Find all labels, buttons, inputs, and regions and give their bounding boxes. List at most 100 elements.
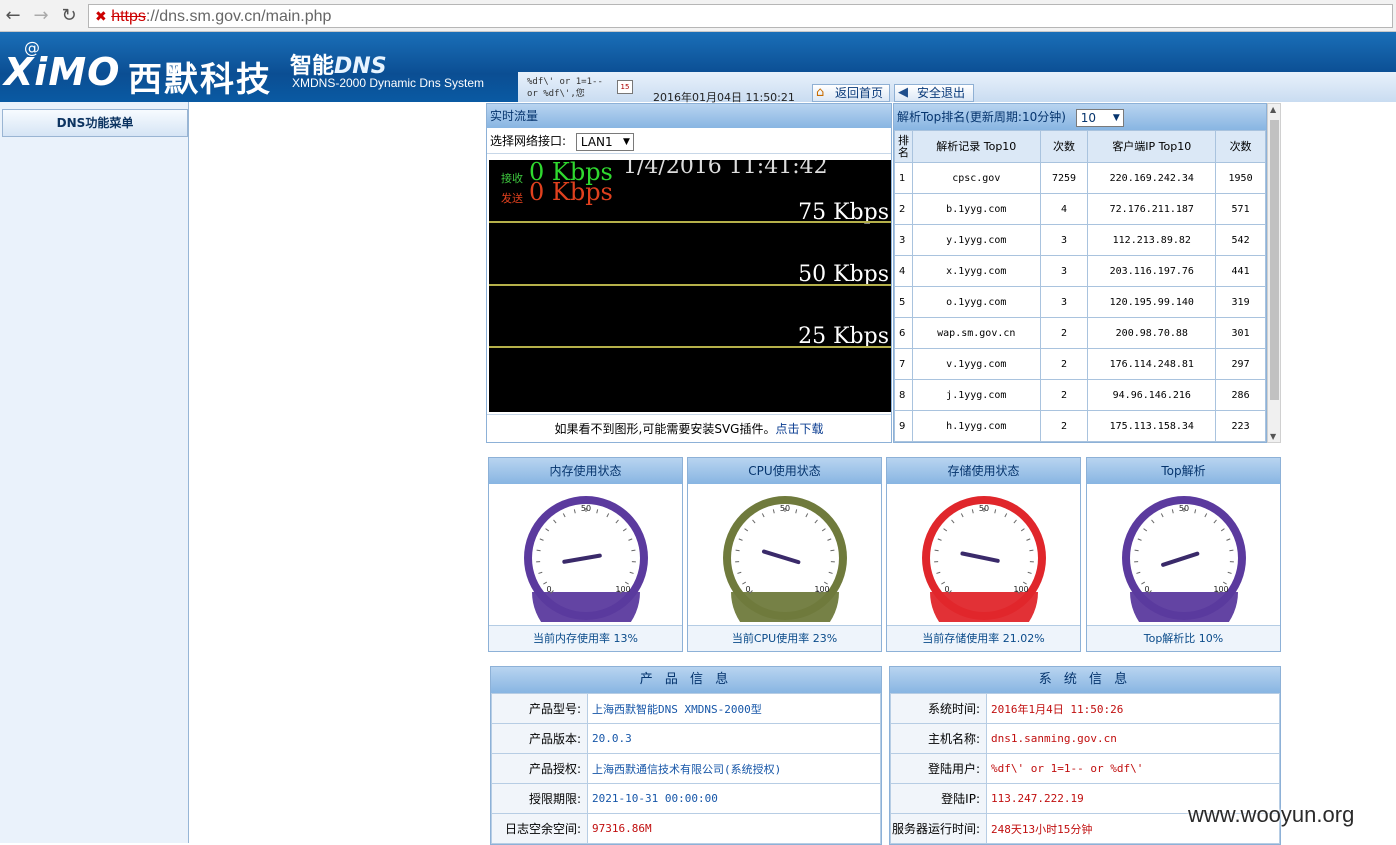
cell-ip: 112.213.89.82 (1088, 225, 1216, 256)
gauge-title: CPU使用状态 (688, 458, 881, 484)
gauge-min-label: 0 (546, 585, 551, 594)
info-value: 上海西默智能DNS XMDNS-2000型 (588, 694, 881, 724)
insecure-lock-icon: ✖ (95, 8, 107, 24)
home-button-label: 返回首页 (835, 86, 883, 100)
info-value: 97316.86M (588, 814, 881, 844)
logo-ximo: XiMO (4, 50, 120, 94)
logout-button[interactable]: ◀ 安全退出 (894, 84, 974, 102)
cell-rank: 4 (895, 256, 913, 287)
info-value: 20.0.3 (588, 724, 881, 754)
home-button[interactable]: ⌂ 返回首页 (812, 84, 890, 102)
cell-ip: 175.113.158.34 (1088, 411, 1216, 442)
info-key: 授限期限: (492, 784, 588, 814)
top10-scrollbar[interactable]: ▲ ▼ (1267, 103, 1281, 443)
top10-select-value: 10 (1081, 111, 1096, 125)
logout-arrow-icon: ◀ (898, 85, 908, 101)
info-key: 登陆用户: (891, 754, 987, 784)
gauge-panel: CPU使用状态500100当前CPU使用率 23% (687, 457, 882, 652)
gauge-max-label: 100 (1013, 585, 1028, 594)
url-scheme: https (111, 8, 146, 25)
gauge-min-label: 0 (745, 585, 750, 594)
table-row: 2b.1yyg.com472.176.211.187571 (895, 194, 1266, 225)
gauge-panel: Top解析500100Top解析比 10% (1086, 457, 1281, 652)
info-key: 系统时间: (891, 694, 987, 724)
cell-rank: 5 (895, 287, 913, 318)
interface-select[interactable]: LAN1 ▼ (576, 133, 634, 151)
home-icon: ⌂ (816, 85, 824, 101)
col-ipcount: 次数 (1216, 131, 1266, 163)
address-bar[interactable]: ✖ https://dns.sm.gov.cn/main.php (88, 4, 1393, 28)
product-info-table: 产品型号:上海西默智能DNS XMDNS-2000型产品版本:20.0.3产品授… (491, 693, 881, 844)
level-line-25 (489, 346, 891, 348)
gauge-tick (537, 550, 541, 551)
cell-record: x.1yyg.com (912, 256, 1040, 287)
gauge-bottom-band (731, 592, 839, 622)
tx-value: 0 Kbps (529, 178, 613, 206)
cell-ipcount: 319 (1216, 287, 1266, 318)
forward-icon[interactable]: → (30, 5, 52, 27)
gauge-mid-label: 50 (979, 504, 989, 513)
top10-header: 解析Top排名(更新周期:10分钟) 10▼ (894, 104, 1266, 130)
table-row: 1cpsc.gov7259220.169.242.341950 (895, 163, 1266, 194)
info-value: 上海西默通信技术有限公司(系统授权) (588, 754, 881, 784)
gauge-tick (736, 550, 740, 551)
download-link[interactable]: 点击下载 (775, 422, 823, 436)
gauge-min-label: 0 (944, 585, 949, 594)
info-row: 日志空余空间:97316.86M (492, 814, 881, 844)
reload-icon[interactable]: ↻ (58, 5, 80, 27)
cell-rank: 2 (895, 194, 913, 225)
gauge-footer: Top解析比 10% (1087, 625, 1280, 651)
cell-ip: 203.116.197.76 (1088, 256, 1216, 287)
scroll-up-icon[interactable]: ▲ (1270, 105, 1276, 114)
url-rest: ://dns.sm.gov.cn/main.php (146, 8, 332, 25)
interface-select-value: LAN1 (581, 135, 613, 149)
cell-count: 7259 (1040, 163, 1088, 194)
logo-subtitle: XMDNS-2000 Dynamic Dns System (292, 76, 484, 90)
gauge-bottom-band (930, 592, 1038, 622)
dropdown-arrow-icon: ▼ (1113, 110, 1120, 126)
gauge-title: Top解析 (1087, 458, 1280, 484)
graph-timestamp: 1/4/2016 11:41:42 (623, 160, 828, 179)
cell-record: b.1yyg.com (912, 194, 1040, 225)
gauge-bottom-band (1130, 592, 1238, 622)
cell-rank: 3 (895, 225, 913, 256)
browser-toolbar: ← → ↻ ✖ https://dns.sm.gov.cn/main.php (0, 0, 1396, 32)
info-key: 产品版本: (492, 724, 588, 754)
gauge-mid-label: 50 (780, 504, 790, 513)
cell-ip: 220.169.242.34 (1088, 163, 1216, 194)
scroll-thumb[interactable] (1270, 120, 1279, 400)
welcome-user-text: %df\' or 1=1-- or %df\',您 (527, 76, 609, 100)
cell-count: 2 (1040, 411, 1088, 442)
dropdown-arrow-icon: ▼ (623, 134, 630, 150)
product-info-panel: 产 品 信 息 产品型号:上海西默智能DNS XMDNS-2000型产品版本:2… (490, 666, 882, 845)
cell-count: 2 (1040, 349, 1088, 380)
cell-ipcount: 571 (1216, 194, 1266, 225)
cell-ip: 120.195.99.140 (1088, 287, 1216, 318)
info-row: 主机名称:dns1.sanming.gov.cn (891, 724, 1280, 754)
cell-count: 3 (1040, 256, 1088, 287)
info-key: 产品型号: (492, 694, 588, 724)
top10-count-select[interactable]: 10 ▼ (1076, 109, 1124, 127)
cell-count: 2 (1040, 380, 1088, 411)
info-row: 产品型号:上海西默智能DNS XMDNS-2000型 (492, 694, 881, 724)
back-icon[interactable]: ← (2, 5, 24, 27)
table-row: 6wap.sm.gov.cn2200.98.70.88301 (895, 318, 1266, 349)
info-row: 登陆用户:%df\' or 1=1-- or %df\' (891, 754, 1280, 784)
cell-rank: 6 (895, 318, 913, 349)
table-row: 9h.1yyg.com2175.113.158.34223 (895, 411, 1266, 442)
gauge-tick (935, 550, 939, 551)
cell-count: 2 (1040, 318, 1088, 349)
gauge-tick (1135, 550, 1139, 551)
cell-record: o.1yyg.com (912, 287, 1040, 318)
gauge-max-label: 100 (1213, 585, 1228, 594)
gauge-title: 存储使用状态 (887, 458, 1080, 484)
traffic-graph: 1/4/2016 11:41:42 接收 0 Kbps 发送 0 Kbps 75… (489, 160, 891, 412)
cell-ipcount: 441 (1216, 256, 1266, 287)
sidebar-menu-title[interactable]: DNS功能菜单 (2, 109, 188, 137)
table-row: 8j.1yyg.com294.96.146.216286 (895, 380, 1266, 411)
scroll-down-icon[interactable]: ▼ (1270, 432, 1276, 441)
info-key: 日志空余空间: (492, 814, 588, 844)
gauge-tick (631, 550, 635, 551)
table-row: 5o.1yyg.com3120.195.99.140319 (895, 287, 1266, 318)
cell-record: wap.sm.gov.cn (912, 318, 1040, 349)
